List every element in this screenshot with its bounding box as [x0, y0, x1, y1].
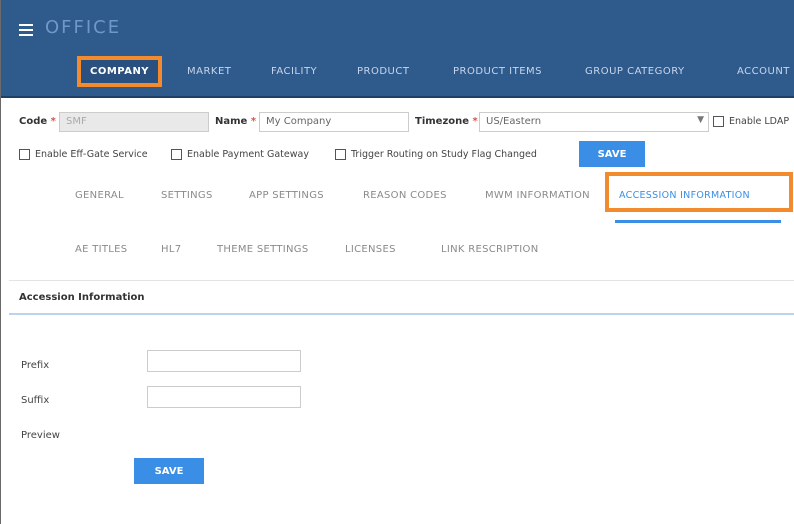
- nav-item-account[interactable]: ACCOUNT: [737, 66, 790, 77]
- tab-settings[interactable]: SETTINGS: [161, 190, 213, 201]
- app-title: OFFICE: [45, 17, 122, 38]
- nav-item-product[interactable]: PRODUCT: [357, 66, 409, 77]
- main-nav: COMPANY MARKET FACILITY PRODUCT PRODUCT …: [1, 52, 794, 92]
- prefix-input[interactable]: [147, 350, 301, 372]
- eff-gate-label: Enable Eff-Gate Service: [35, 149, 148, 160]
- suffix-label: Suffix: [21, 395, 50, 406]
- nav-item-product-items[interactable]: PRODUCT ITEMS: [453, 66, 542, 77]
- prefix-label: Prefix: [21, 360, 50, 371]
- section-divider: [9, 313, 794, 315]
- payment-gateway-checkbox[interactable]: Enable Payment Gateway: [171, 149, 309, 160]
- enable-ldap-checkbox[interactable]: Enable LDAP: [713, 116, 789, 127]
- suffix-input[interactable]: [147, 386, 301, 408]
- tab-general[interactable]: GENERAL: [75, 190, 124, 201]
- tab-mwm-information[interactable]: MWM INFORMATION: [485, 190, 590, 201]
- trigger-routing-checkbox[interactable]: Trigger Routing on Study Flag Changed: [335, 149, 537, 160]
- checkbox-icon[interactable]: [19, 149, 30, 160]
- tab-ae-titles[interactable]: AE TITLES: [75, 244, 127, 255]
- code-label: Code *: [19, 116, 56, 127]
- checkbox-icon[interactable]: [335, 149, 346, 160]
- nav-item-group-category[interactable]: GROUP CATEGORY: [585, 66, 685, 77]
- save-button[interactable]: SAVE: [579, 141, 645, 167]
- timezone-select[interactable]: US/Eastern ▼: [479, 112, 709, 132]
- tab-licenses[interactable]: LICENSES: [345, 244, 396, 255]
- payment-gateway-label: Enable Payment Gateway: [187, 149, 309, 160]
- tab-link-rescription[interactable]: LINK RESCRIPTION: [441, 244, 538, 255]
- nav-item-market[interactable]: MARKET: [187, 66, 231, 77]
- app-header: OFFICE COMPANY MARKET FACILITY PRODUCT P…: [1, 0, 794, 98]
- divider: [9, 280, 794, 281]
- timezone-value: US/Eastern: [486, 116, 542, 127]
- company-fields-row: Code * SMF Name * My Company Timezone * …: [19, 112, 794, 136]
- eff-gate-checkbox[interactable]: Enable Eff-Gate Service: [19, 149, 148, 160]
- enable-ldap-label: Enable LDAP: [729, 116, 790, 127]
- code-field: SMF: [59, 112, 209, 132]
- accession-save-button[interactable]: SAVE: [134, 458, 204, 484]
- preview-label: Preview: [21, 430, 60, 441]
- name-field[interactable]: My Company: [259, 112, 409, 132]
- checkbox-icon[interactable]: [171, 149, 182, 160]
- tab-hl7[interactable]: HL7: [161, 244, 181, 255]
- tab-theme-settings[interactable]: THEME SETTINGS: [217, 244, 309, 255]
- dropdown-arrow-icon: ▼: [697, 115, 704, 125]
- name-label: Name *: [215, 116, 257, 127]
- tab-accession-information[interactable]: ACCESSION INFORMATION: [619, 190, 750, 201]
- timezone-label: Timezone *: [415, 116, 478, 127]
- tab-app-settings[interactable]: APP SETTINGS: [249, 190, 324, 201]
- nav-item-facility[interactable]: FACILITY: [271, 66, 317, 77]
- active-tab-indicator: [615, 220, 781, 223]
- trigger-routing-label: Trigger Routing on Study Flag Changed: [351, 149, 537, 160]
- tab-reason-codes[interactable]: REASON CODES: [363, 190, 447, 201]
- section-title: Accession Information: [19, 292, 145, 303]
- checkbox-icon[interactable]: [713, 116, 724, 127]
- menu-icon[interactable]: [19, 24, 33, 36]
- nav-item-company[interactable]: COMPANY: [77, 56, 163, 87]
